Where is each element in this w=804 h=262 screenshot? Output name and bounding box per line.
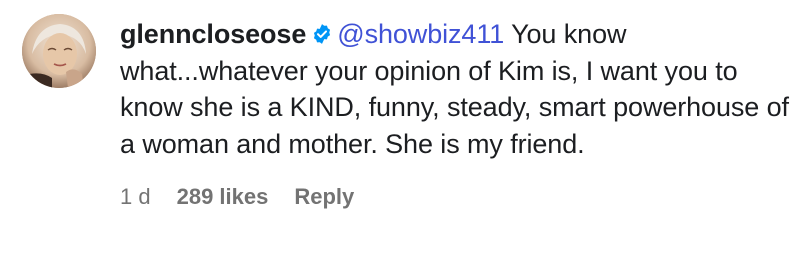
avatar-image [22, 14, 96, 88]
reply-button[interactable]: Reply [294, 184, 354, 210]
username-link[interactable]: glenncloseose [120, 19, 306, 49]
avatar[interactable] [22, 14, 96, 88]
likes-count[interactable]: 289 likes [177, 184, 269, 210]
comment-content: glenncloseose @showbiz411 You know what..… [120, 14, 792, 210]
verified-badge-icon [311, 18, 333, 44]
comment-text: glenncloseose @showbiz411 You know what..… [120, 16, 792, 162]
comment: glenncloseose @showbiz411 You know what..… [22, 14, 792, 210]
comment-meta: 1 d 289 likes Reply [120, 184, 792, 210]
timestamp[interactable]: 1 d [120, 184, 151, 210]
mention-link[interactable]: @showbiz411 [337, 19, 504, 49]
